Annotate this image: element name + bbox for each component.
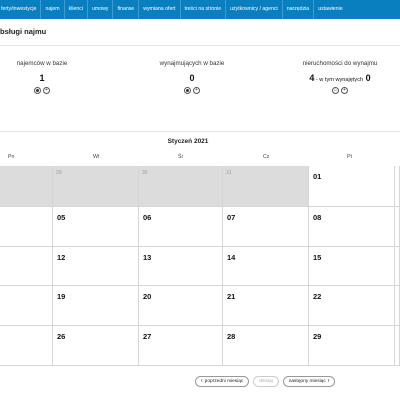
calendar-day-number: 31 [226,170,232,176]
stat-tenants: najemców w bazie 1 + [0,60,84,94]
calendar-day-number: 15 [313,253,322,262]
calendar-day-cell[interactable]: 27 [139,326,223,366]
calendar-day-cell[interactable]: 19 [53,286,139,326]
today-button[interactable]: dzisiaj [253,376,279,387]
stat-tenants-label: najemców w bazie [16,60,68,67]
calendar-day-cell[interactable]: 29 [53,166,139,207]
stat-landlords-label: wynajmujących w bazie [159,60,225,67]
next-month-label: następny miesiąc [288,379,326,384]
calendar-day-cell[interactable]: 20 [139,286,223,326]
nav-item-clients[interactable]: klienci [65,0,87,19]
weekday-label: Wt [93,154,100,160]
user-icon[interactable] [34,87,41,94]
weekday-label: Pn [8,154,15,160]
stat-properties-sub-label: - w tym wynajętych [314,77,364,83]
calendar-day-number: 14 [227,253,236,262]
calendar-day-number: 30 [142,170,148,176]
stat-properties: nieruchomości do wynajmu 4 - w tym wynaj… [280,60,400,94]
stat-properties-label: nieruchomości do wynajmu [302,60,378,67]
previous-month-label: poprzedni miesiąc [204,379,244,384]
user-icon[interactable] [184,87,191,94]
calendar-day-cell[interactable]: 29 [309,326,395,366]
calendar-day-number: 07 [227,213,236,222]
home-icon[interactable]: ⌂ [332,87,339,94]
calendar-day-cell[interactable]: 12 [53,247,139,286]
add-icon[interactable]: + [193,87,200,94]
chevron-right-icon: › [327,378,330,384]
calendar-day-number: 21 [227,292,236,301]
stat-properties-value: 4 - w tym wynajętych 0 [280,73,400,83]
calendar-day-number: 12 [57,253,66,262]
page-title: bsługi najmu [0,27,47,36]
calendar-day-cell[interactable] [395,166,400,207]
add-icon[interactable]: + [43,87,50,94]
divider [0,45,400,46]
nav-item-offers[interactable]: ferty/inwestycje [0,0,40,19]
calendar-day-number: 22 [313,292,322,301]
stat-properties-rented: 0 [365,73,371,83]
nav-item-rental[interactable]: najem [41,0,63,19]
calendar-day-cell[interactable] [0,166,53,207]
weekday-label: Pt [347,154,352,160]
calendar-day-number: 29 [56,170,62,176]
calendar-day-number: 13 [143,253,152,262]
calendar-day-number: 20 [143,292,152,301]
calendar-day-cell[interactable]: 22 [309,286,395,326]
calendar-day-number: 29 [313,332,322,341]
calendar-day-cell[interactable]: 05 [53,207,139,247]
calendar-day-cell[interactable] [395,247,400,286]
calendar-day-cell[interactable]: 30 [139,166,223,207]
calendar-day-cell[interactable] [395,286,400,326]
nav-item-offer-exchange[interactable]: wymiana ofert [139,0,179,19]
calendar-day-number: 01 [313,172,322,181]
nav-item-site-content[interactable]: treści na stronie [181,0,226,19]
calendar-day-cell[interactable]: 08 [309,207,395,247]
nav-item-finance[interactable]: finanse [113,0,138,19]
calendar-day-cell[interactable]: 28 [223,326,309,366]
calendar-day-cell[interactable]: 13 [139,247,223,286]
nav-item-tools[interactable]: narzędzia [283,0,314,19]
stat-landlords: wynajmujących w bazie 0 + [130,60,254,94]
calendar-day-number: 27 [143,332,152,341]
divider [0,131,400,132]
calendar-day-cell[interactable]: 07 [223,207,309,247]
calendar-day-cell[interactable]: 01 [309,166,395,207]
calendar-month-title: Styczeń 2021 [0,138,400,145]
calendar-grid: 29 30 31 01 05 06 07 08 12 13 14 15 19 20 21 22 26 27 28 29 [0,166,400,366]
calendar-pager: ‹ poprzedni miesiąc dzisiaj następny mies… [195,376,336,387]
top-navigation: ferty/inwestycje najem klienci umowy fin… [0,0,400,19]
add-icon[interactable]: + [341,87,348,94]
stat-landlords-value: 0 [189,73,195,83]
calendar-day-number: 28 [227,332,236,341]
stat-tenants-value: 1 [39,73,45,83]
previous-month-button[interactable]: ‹ poprzedni miesiąc [195,376,250,387]
calendar-day-cell[interactable]: 15 [309,247,395,286]
calendar-day-cell[interactable] [0,207,53,247]
nav-item-contracts[interactable]: umowy [88,0,112,19]
calendar-day-number: 08 [313,213,322,222]
weekday-label: Śr [178,154,184,160]
calendar-day-cell[interactable]: 14 [223,247,309,286]
calendar-month-label: Styczeń 2021 [167,138,209,145]
calendar-day-cell[interactable] [395,326,400,366]
calendar-day-cell[interactable]: 21 [223,286,309,326]
calendar-day-cell[interactable] [395,207,400,247]
calendar-day-number: 19 [57,292,66,301]
nav-item-users-agents[interactable]: użytkownicy / agenci [226,0,282,19]
weekday-label: Cz [263,154,270,160]
today-label: dzisiaj [259,379,273,384]
next-month-button[interactable]: następny miesiąc › [282,376,336,387]
calendar-day-cell[interactable] [0,326,53,366]
calendar-day-cell[interactable]: 06 [139,207,223,247]
calendar-day-number: 05 [57,213,66,222]
nav-item-settings[interactable]: ustawienie [314,0,347,19]
calendar-day-cell[interactable] [0,286,53,326]
calendar-day-cell[interactable]: 26 [53,326,139,366]
calendar-day-cell[interactable] [0,247,53,286]
calendar-day-number: 06 [143,213,152,222]
calendar-day-cell[interactable]: 31 [223,166,309,207]
calendar-weekday-header: Pn Wt Śr Cz Pt [0,154,400,164]
chevron-left-icon: ‹ [201,378,203,384]
calendar-day-number: 26 [57,332,66,341]
